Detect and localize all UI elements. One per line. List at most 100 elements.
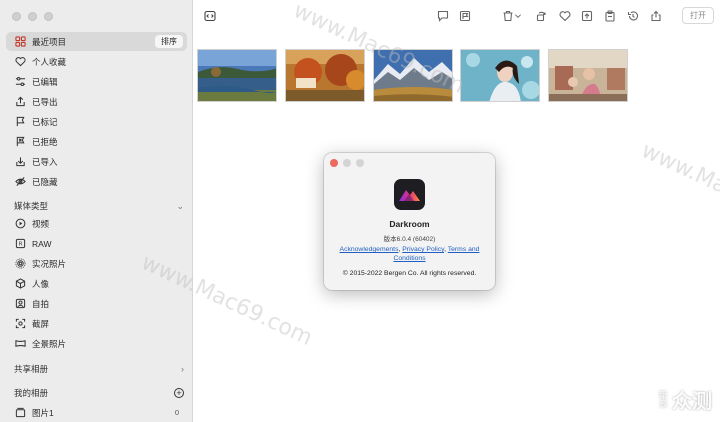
app-version: 版本6.0.4 (60402) [383,236,436,243]
media-types-header[interactable]: 媒体类型 ⌄ [14,200,184,212]
sidebar: 最近项目 排序 个人收藏 已编辑 已导出 已标记 已拒绝 已导入 已隐藏 媒体类… [0,0,193,422]
share-icon[interactable] [649,9,663,23]
dialog-window-controls [330,159,364,167]
copyright-text: © 2015-2022 Bergen Co. All rights reserv… [342,270,477,277]
sidebar-item-label: RAW [32,238,52,249]
sidebar-item-edited[interactable]: 已编辑 [6,72,187,91]
section-title: 媒体类型 [14,201,49,211]
sidebar-item-label: 全景照片 [32,338,67,349]
sidebar-item-label: 已拒绝 [32,136,58,147]
darkroom-app-icon [394,179,425,210]
sidebar-item-label: 最近项目 [32,36,67,47]
clipboard-icon[interactable] [603,9,617,23]
dialog-close-button[interactable] [330,159,338,167]
sidebar-item-label: 图片1 [32,407,54,418]
sidebar-item-label: 已隐藏 [32,176,58,187]
sidebar-item-recent[interactable]: 最近项目 排序 [6,32,187,51]
reject-flag-icon [15,136,26,147]
zoom-button[interactable] [44,12,53,21]
photo-thumbnail[interactable] [197,49,277,102]
hidden-icon [15,176,26,187]
photo-thumbnail[interactable] [285,49,365,102]
sidebar-item-album[interactable]: 图片1 0 [6,403,187,422]
dialog-minimize-button[interactable] [343,159,351,167]
sidebar-item-imported[interactable]: 已导入 [6,152,187,171]
sidebar-item-label: 已导出 [32,96,58,107]
grid-icon [15,36,26,47]
photo-thumbnail[interactable] [548,49,628,102]
sidebar-item-favorites[interactable]: 个人收藏 [6,52,187,71]
open-button[interactable]: 打开 [682,7,714,24]
brand-watermark: 新浪 众测 [657,385,712,414]
import-icon [15,156,26,167]
album-count: 0 [174,408,179,417]
brand-big-text: 众测 [672,391,712,413]
sidebar-item-selfies[interactable]: 自拍 [6,294,187,313]
album-icon [15,407,26,418]
sidebar-item-panoramas[interactable]: 全景照片 [6,334,187,353]
section-title: 共享相册 [14,364,49,374]
about-dialog: Darkroom 版本6.0.4 (60402) Acknowledgement… [324,153,495,290]
section-title: 我的相册 [14,388,49,398]
slider-icon [15,76,26,87]
portrait-photo [461,50,539,101]
svg-text:R: R [19,242,23,248]
sidebar-item-screenshots[interactable]: 截屏 [6,314,187,333]
sort-button[interactable]: 排序 [155,35,183,48]
legal-links: Acknowledgements, Privacy Policy, Terms … [330,245,489,263]
autumn-photo [286,50,364,101]
flag-icon [15,116,26,127]
sidebar-item-exported[interactable]: 已导出 [6,92,187,111]
chevron-down-icon[interactable] [514,9,522,23]
play-icon [15,218,26,229]
chevron-down-icon[interactable]: ⌄ [176,201,184,212]
sidebar-item-label: 视频 [32,218,50,229]
sidebar-item-video[interactable]: 视频 [6,214,187,233]
panorama-icon [15,338,26,349]
sidebar-item-hidden[interactable]: 已隐藏 [6,172,187,191]
lake-photo [198,50,276,101]
sidebar-item-rejected[interactable]: 已拒绝 [6,132,187,151]
trash-icon[interactable] [501,9,515,23]
brand-small-text: 新浪 [658,389,668,409]
sidebar-item-label: 人像 [32,278,50,289]
chevron-right-icon[interactable]: › [181,364,184,374]
cabin-photo [549,50,627,101]
sidebar-item-label: 已导入 [32,156,58,167]
sidebar-item-raw[interactable]: R RAW [6,234,187,253]
selfie-icon [15,298,26,309]
rotate-icon[interactable] [534,9,548,23]
sidebar-item-flagged[interactable]: 已标记 [6,112,187,131]
acknowledgements-link[interactable]: Acknowledgements [340,246,399,253]
history-icon[interactable] [626,9,640,23]
sidebar-item-label: 实况照片 [32,258,67,269]
comment-icon[interactable] [436,9,450,23]
close-button[interactable] [12,12,21,21]
raw-icon: R [15,238,26,249]
heart-icon [15,56,26,67]
sidebar-item-label: 个人收藏 [32,56,67,67]
photo-thumbnail[interactable] [460,49,540,102]
export-icon[interactable] [580,9,594,23]
live-photo-icon [15,258,26,269]
dialog-zoom-button[interactable] [356,159,364,167]
flag-icon[interactable] [458,9,472,23]
sidebar-item-label: 已标记 [32,116,58,127]
sidebar-item-label: 截屏 [32,318,50,329]
sidebar-item-label: 已编辑 [32,76,58,87]
sidebar-toggle-icon[interactable] [203,9,217,23]
app-name: Darkroom [389,219,430,229]
my-albums-header: 我的相册 + [14,387,184,399]
add-album-icon[interactable]: + [174,388,184,398]
minimize-button[interactable] [28,12,37,21]
watermark-text: www.Mac69.com [637,138,720,240]
window-controls [12,12,53,21]
shared-albums-header[interactable]: 共享相册 › [14,363,184,375]
sidebar-item-label: 自拍 [32,298,50,309]
cube-icon [15,278,26,289]
screenshot-icon [15,318,26,329]
toolbar: 打开 [194,0,720,32]
export-icon [15,96,26,107]
heart-icon[interactable] [558,9,572,23]
privacy-policy-link[interactable]: Privacy Policy [402,246,444,253]
